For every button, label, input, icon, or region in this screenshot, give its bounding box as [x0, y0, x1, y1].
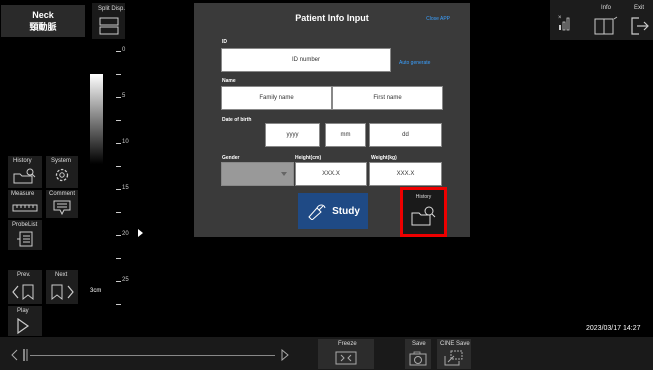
play-label: Play: [17, 308, 29, 314]
history-side-button[interactable]: History: [8, 156, 42, 188]
probe-list-icon: [17, 231, 33, 247]
grayscale-bar: [90, 74, 103, 164]
exit-label: Exit: [634, 5, 645, 11]
exit-icon: [631, 17, 649, 35]
close-app-link[interactable]: Close APP: [426, 16, 450, 22]
measure-label: Measure: [11, 191, 35, 197]
family-name-field[interactable]: Family name: [221, 86, 332, 110]
system-button[interactable]: System: [46, 156, 78, 188]
svg-text:×: ×: [558, 15, 562, 21]
play-button[interactable]: Play: [8, 306, 42, 336]
study-button[interactable]: Study: [298, 193, 368, 229]
freeze-icon: [335, 351, 357, 365]
gender-select[interactable]: [221, 162, 294, 186]
prev-label: Prev.: [17, 272, 31, 278]
gear-icon: [55, 168, 69, 182]
history-label: History: [415, 194, 432, 200]
height-label: Height(cm): [295, 155, 322, 161]
dropdown-arrow-icon: [281, 172, 287, 176]
history-button[interactable]: History: [400, 187, 447, 237]
comment-button[interactable]: Comment: [46, 190, 78, 218]
name-label: Name: [222, 78, 236, 84]
split-display-label: Split Disp.: [98, 6, 126, 12]
height-field[interactable]: XXX.X: [295, 162, 367, 186]
auto-generate-link[interactable]: Auto generate: [399, 60, 430, 66]
cine-start-icon[interactable]: [10, 349, 30, 361]
folder-search-icon: [13, 168, 36, 184]
probelist-label: ProbeList: [12, 222, 38, 228]
cine-save-button[interactable]: CINE Save: [437, 339, 471, 369]
level-indicator-icon: ×: [558, 15, 570, 31]
depth-label: 15: [122, 185, 129, 191]
next-label: Next: [55, 272, 68, 278]
top-right-bar: × Info Exit: [550, 0, 653, 40]
scale-unit: 3cm: [90, 288, 102, 294]
info-button[interactable]: Info: [590, 2, 620, 38]
cine-save-label: CINE Save: [440, 341, 470, 347]
prev-icon: [12, 284, 34, 301]
cine-save-icon: [444, 350, 463, 366]
probe-preset: 頸動脈: [29, 22, 57, 32]
patient-info-dialog: Patient Info Input Close APP ID ID numbe…: [194, 3, 470, 237]
gender-label: Gender: [222, 155, 240, 161]
dob-day-field[interactable]: dd: [369, 123, 442, 147]
next-icon: [51, 284, 74, 301]
depth-label: 10: [122, 139, 129, 145]
play-icon: [17, 318, 30, 334]
dob-year-field[interactable]: yyyy: [265, 123, 320, 147]
depth-label: 0: [122, 47, 126, 53]
exit-button[interactable]: Exit: [624, 2, 652, 38]
freeze-label: Freeze: [338, 341, 357, 347]
id-field[interactable]: ID number: [221, 48, 391, 72]
probe-name: Neck: [32, 10, 54, 20]
freeze-button[interactable]: Freeze: [318, 339, 374, 369]
dob-month-field[interactable]: mm: [325, 123, 366, 147]
first-name-field[interactable]: First name: [332, 86, 443, 110]
next-button[interactable]: Next: [46, 270, 78, 304]
depth-label: 5: [122, 93, 126, 99]
comment-icon: [53, 200, 71, 216]
folder-search-icon: [411, 206, 436, 226]
probe-selector[interactable]: Neck 頸動脈: [1, 5, 85, 37]
ruler-icon: [12, 204, 38, 212]
weight-label: Weight(kg): [371, 155, 397, 161]
probelist-button[interactable]: ProbeList: [8, 220, 42, 250]
datetime: 2023/03/17 14:27: [586, 325, 641, 332]
history-side-label: History: [13, 158, 32, 164]
measure-button[interactable]: Measure: [8, 190, 42, 218]
probe-icon: [308, 204, 326, 220]
study-label: Study: [332, 205, 360, 217]
prev-button[interactable]: Prev.: [8, 270, 42, 304]
id-label: ID: [222, 39, 227, 45]
comment-label: Comment: [49, 191, 76, 197]
depth-label: 25: [122, 277, 129, 283]
cine-end-icon[interactable]: [280, 349, 290, 361]
system-label: System: [51, 158, 72, 164]
split-display-icon: [99, 17, 119, 35]
info-label: Info: [601, 5, 612, 11]
camera-icon: [409, 351, 427, 366]
depth-label: 20: [122, 231, 129, 237]
weight-field[interactable]: XXX.X: [369, 162, 442, 186]
split-display-button[interactable]: Split Disp.: [92, 3, 125, 39]
save-label: Save: [412, 341, 426, 347]
dob-label: Date of birth: [222, 117, 252, 123]
save-button[interactable]: Save: [405, 339, 431, 369]
cine-slider-track[interactable]: [30, 355, 275, 356]
focus-marker-icon[interactable]: [138, 229, 143, 237]
manual-icon: [594, 16, 618, 35]
